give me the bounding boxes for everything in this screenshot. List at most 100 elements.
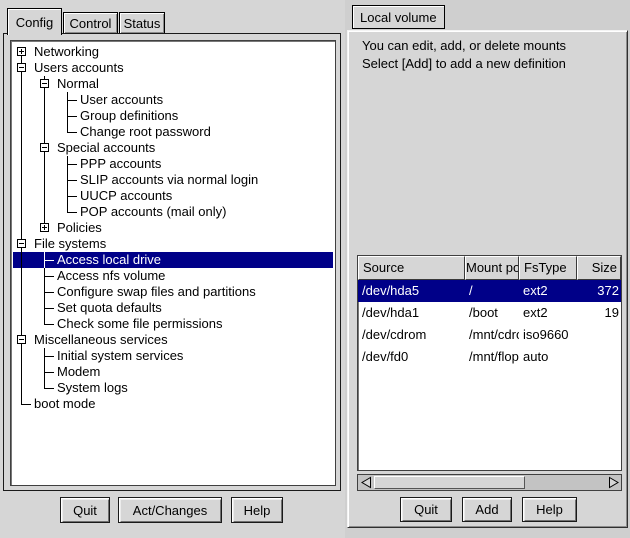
tree-item[interactable]: User accounts — [13, 92, 333, 108]
tree-item-label: UUCP accounts — [80, 188, 172, 204]
act-changes-button[interactable]: Act/Changes — [118, 497, 222, 523]
tree-item[interactable]: Normal — [13, 76, 333, 92]
tree-item[interactable]: Set quota defaults — [13, 300, 333, 316]
add-button[interactable]: Add — [462, 497, 512, 522]
tree-item[interactable]: Configure swap files and partitions — [13, 284, 333, 300]
tree-item-label: Modem — [57, 364, 100, 380]
tree-line — [21, 124, 22, 140]
column-header-source[interactable]: Source — [358, 256, 465, 280]
tree-line — [21, 140, 22, 156]
tree-item-label: Change root password — [80, 124, 211, 140]
plus-box-icon[interactable] — [40, 223, 49, 232]
tree-line — [44, 292, 54, 293]
tab-status[interactable]: Status — [119, 12, 165, 34]
column-header-fstype[interactable]: FsType — [519, 256, 577, 280]
tree-item-label: Configure swap files and partitions — [57, 284, 256, 300]
table-cell: 19 — [577, 302, 621, 324]
scroll-right-icon[interactable] — [606, 475, 621, 490]
tree-item[interactable]: Access nfs volume — [13, 268, 333, 284]
scrollbar-thumb[interactable] — [374, 476, 525, 489]
tree-line — [21, 220, 22, 236]
tree-item[interactable]: Networking — [13, 44, 333, 60]
tree-item-label: Set quota defaults — [57, 300, 162, 316]
tab-config[interactable]: Config — [7, 8, 62, 35]
tree-line — [21, 268, 22, 284]
horizontal-scrollbar[interactable] — [357, 474, 622, 491]
help-button[interactable]: Help — [231, 497, 283, 523]
tree-item-label: File systems — [34, 236, 106, 252]
local-volume-window: Local volume You can edit, add, or delet… — [347, 0, 628, 530]
tab-local-volume[interactable]: Local volume — [352, 5, 445, 29]
table-cell: /dev/hda1 — [358, 302, 465, 324]
tree-item[interactable]: PPP accounts — [13, 156, 333, 172]
plus-box-icon[interactable] — [17, 47, 26, 56]
tree-line — [67, 164, 77, 165]
tree-line — [44, 276, 54, 277]
tree-line — [44, 204, 45, 220]
table-cell: auto — [519, 346, 577, 368]
tree-item-label: Initial system services — [57, 348, 183, 364]
tree-line — [67, 212, 77, 213]
table-cell: iso9660 — [519, 324, 577, 346]
table-cell: /dev/hda5 — [358, 280, 465, 302]
tree-item[interactable]: Change root password — [13, 124, 333, 140]
tree-line — [21, 156, 22, 172]
minus-box-icon[interactable] — [40, 79, 49, 88]
tree-item[interactable]: Special accounts — [13, 140, 333, 156]
tree-line — [44, 324, 54, 325]
tree-line — [21, 364, 22, 380]
help-button[interactable]: Help — [522, 497, 577, 522]
tree-item-label: Normal — [57, 76, 99, 92]
tree-item[interactable]: Group definitions — [13, 108, 333, 124]
tree-line — [67, 196, 77, 197]
help-line-2: Select [Add] to add a new definition — [362, 55, 566, 73]
tree-item-label: Miscellaneous services — [34, 332, 168, 348]
tree-item[interactable]: System logs — [13, 380, 333, 396]
tree-item[interactable]: boot mode — [13, 396, 333, 412]
tree-line — [67, 100, 77, 101]
tree-item-label: Access local drive — [57, 252, 161, 268]
tree-item[interactable]: Access local drive — [13, 252, 333, 268]
table-row[interactable]: /dev/hda5/ext2372 — [358, 280, 621, 302]
tree-item[interactable]: Check some file permissions — [13, 316, 333, 332]
tree-item-label: Special accounts — [57, 140, 155, 156]
tree-item-label: User accounts — [80, 92, 163, 108]
tree-item[interactable]: Modem — [13, 364, 333, 380]
tree-item-label: PPP accounts — [80, 156, 161, 172]
column-header-size[interactable]: Size — [577, 256, 621, 280]
tree-item[interactable]: Policies — [13, 220, 333, 236]
table-row[interactable]: /dev/fd0/mnt/floppyauto — [358, 346, 621, 368]
tree-item-label: Group definitions — [80, 108, 178, 124]
tree-item[interactable]: Miscellaneous services — [13, 332, 333, 348]
table-cell — [577, 324, 621, 346]
tree-item[interactable]: POP accounts (mail only) — [13, 204, 333, 220]
quit-button[interactable]: Quit — [400, 497, 452, 522]
minus-box-icon[interactable] — [17, 239, 26, 248]
tree-line — [21, 404, 31, 405]
minus-box-icon[interactable] — [17, 63, 26, 72]
table-row[interactable]: /dev/hda1/bootext219 — [358, 302, 621, 324]
column-header-mount-point[interactable]: Mount point — [465, 256, 519, 280]
table-row[interactable]: /dev/cdrom/mnt/cdromiso9660 — [358, 324, 621, 346]
tree-item[interactable]: Initial system services — [13, 348, 333, 364]
tree-item[interactable]: File systems — [13, 236, 333, 252]
tree-item[interactable]: SLIP accounts via normal login — [13, 172, 333, 188]
tree-item-label: Check some file permissions — [57, 316, 222, 332]
tree-line — [21, 380, 22, 396]
tree-line — [44, 124, 45, 140]
tree-item[interactable]: UUCP accounts — [13, 188, 333, 204]
quit-button[interactable]: Quit — [60, 497, 110, 523]
tree-line — [44, 356, 54, 357]
tree-item-label: Policies — [57, 220, 102, 236]
tree-line — [44, 188, 45, 204]
table-cell: ext2 — [519, 280, 577, 302]
tree-line — [44, 108, 45, 124]
scroll-left-icon[interactable] — [358, 475, 373, 490]
tree-line — [44, 308, 54, 309]
minus-box-icon[interactable] — [40, 143, 49, 152]
minus-box-icon[interactable] — [17, 335, 26, 344]
tree-line — [67, 116, 77, 117]
tree-item[interactable]: Users accounts — [13, 60, 333, 76]
table-cell: /dev/cdrom — [358, 324, 465, 346]
tab-control[interactable]: Control — [63, 12, 118, 34]
